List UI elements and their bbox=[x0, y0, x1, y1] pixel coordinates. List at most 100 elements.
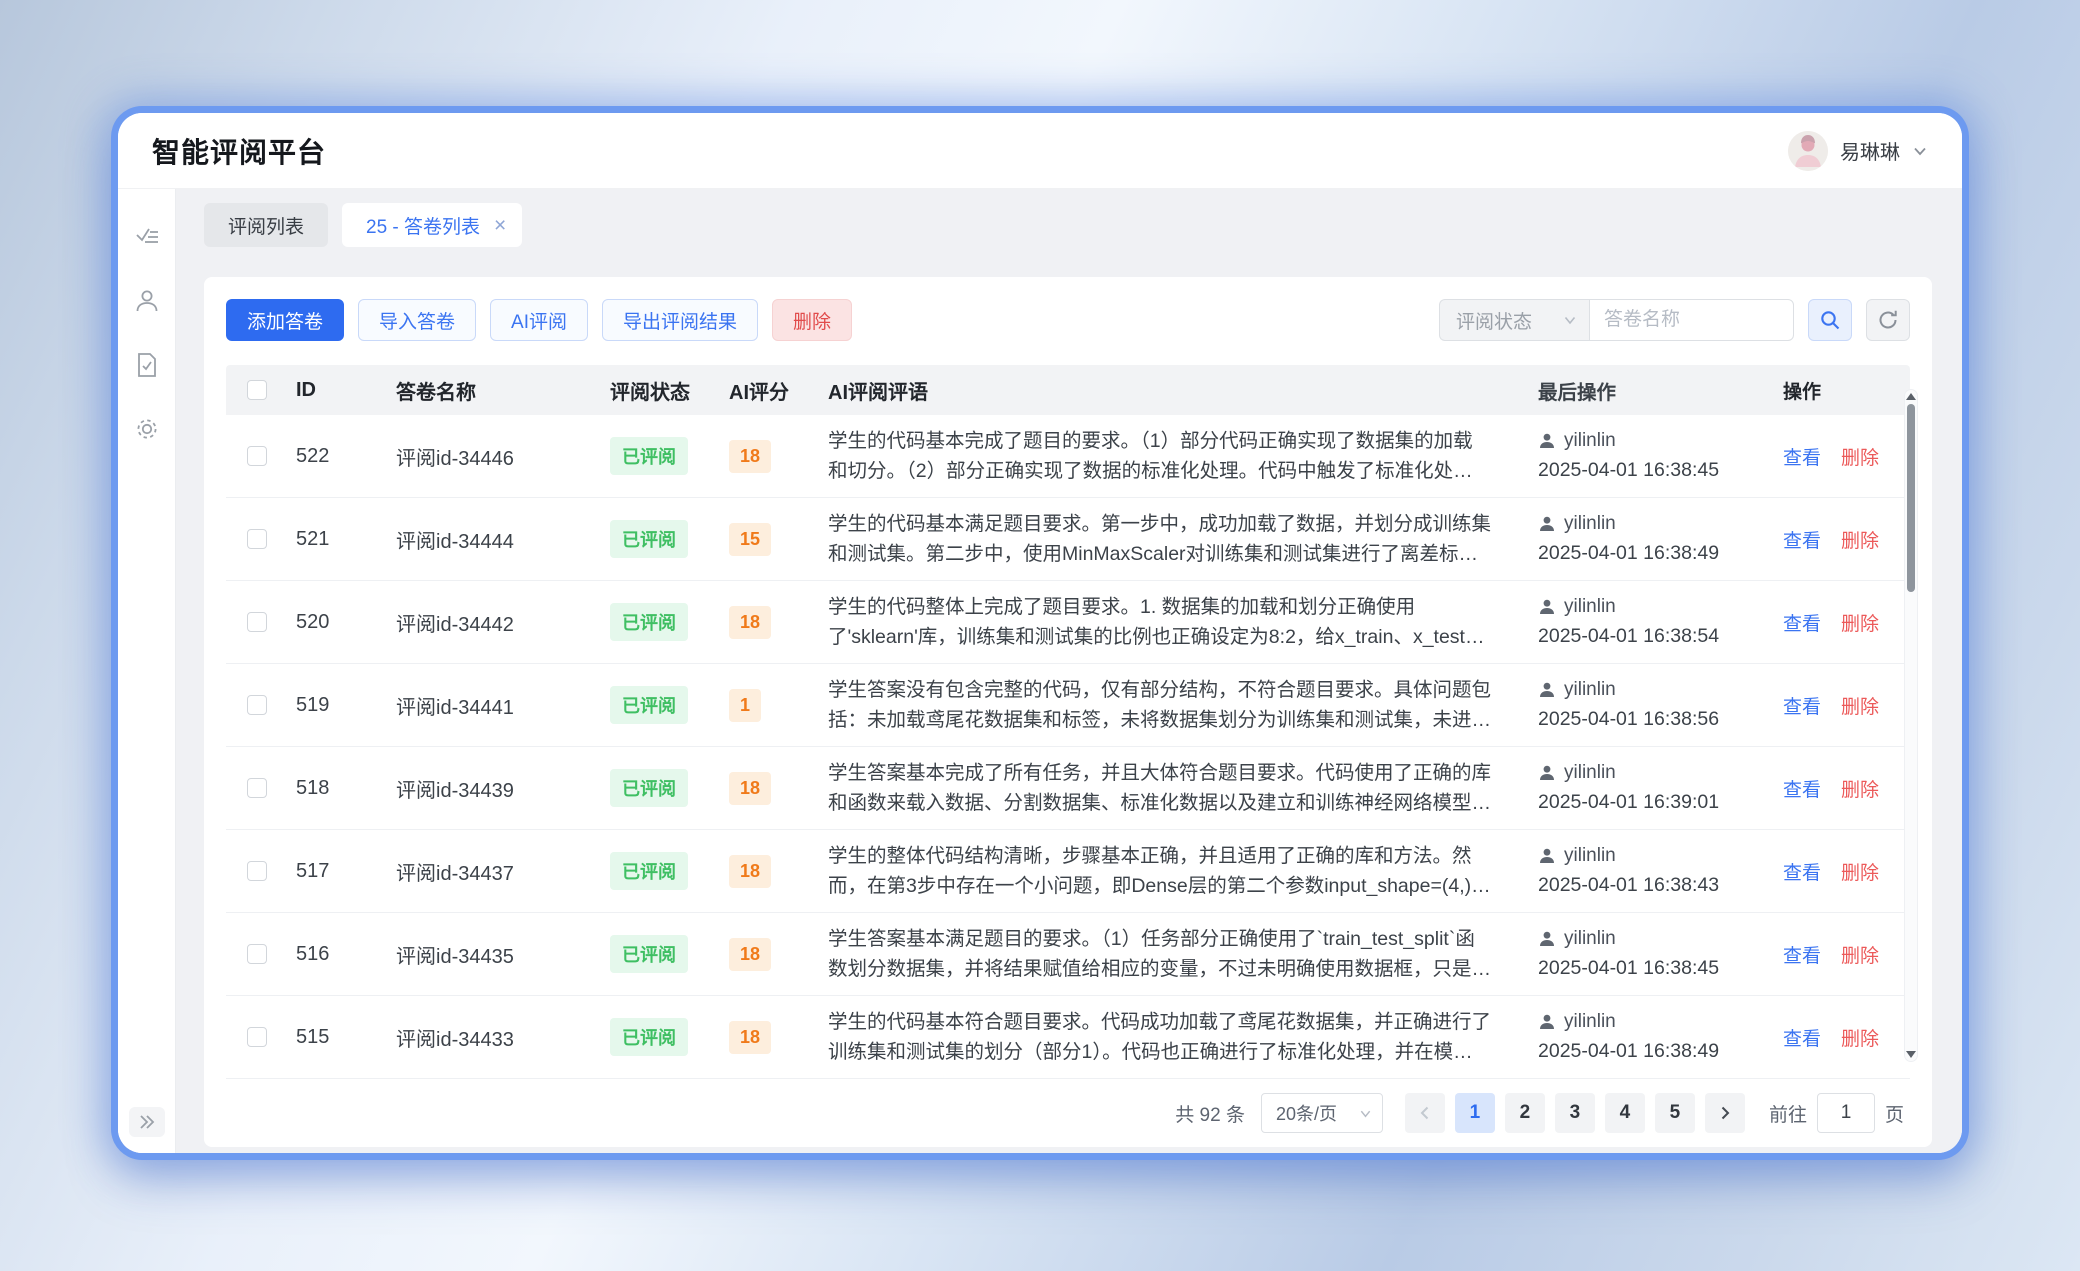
search-button[interactable] bbox=[1808, 299, 1852, 341]
refresh-button[interactable] bbox=[1866, 299, 1910, 341]
person-icon bbox=[1538, 847, 1556, 865]
row-checkbox[interactable] bbox=[247, 944, 267, 964]
header-last-operation: 最后操作 bbox=[1520, 376, 1765, 405]
cell-review-status: 已评阅 bbox=[598, 935, 723, 973]
cell-review-status: 已评阅 bbox=[598, 520, 723, 558]
page-button-5[interactable]: 5 bbox=[1655, 1093, 1695, 1133]
header-answer-name: 答卷名称 bbox=[383, 376, 598, 405]
delete-link[interactable]: 删除 bbox=[1841, 1024, 1879, 1051]
status-filter-select[interactable]: 评阅状态 bbox=[1439, 299, 1589, 341]
status-badge: 已评阅 bbox=[610, 769, 688, 807]
person-icon bbox=[1538, 764, 1556, 782]
scroll-down-arrow-icon[interactable] bbox=[1906, 1051, 1916, 1058]
next-page-button[interactable] bbox=[1705, 1093, 1745, 1133]
tab-bar: 评阅列表 25 - 答卷列表 × bbox=[204, 203, 1932, 247]
app-title: 智能评阅平台 bbox=[152, 131, 326, 171]
pagination: 共 92 条 20条/页 12345 bbox=[226, 1079, 1910, 1147]
double-chevron-right-icon bbox=[137, 1114, 157, 1130]
user-menu[interactable]: 易琳琳 bbox=[1788, 131, 1928, 171]
sidebar-item-documents[interactable] bbox=[133, 351, 161, 379]
delete-link[interactable]: 删除 bbox=[1841, 609, 1879, 636]
operation-time: 2025-04-01 16:38:54 bbox=[1538, 625, 1765, 648]
export-results-button[interactable]: 导出评阅结果 bbox=[602, 299, 758, 341]
tab-label: 25 - 答卷列表 bbox=[366, 212, 480, 239]
sidebar-item-review-list[interactable] bbox=[133, 223, 161, 251]
cell-actions: 查看 删除 bbox=[1765, 1024, 1910, 1051]
scrollbar-thumb[interactable] bbox=[1907, 404, 1915, 592]
view-link[interactable]: 查看 bbox=[1783, 858, 1821, 885]
cell-ai-comment: 学生的代码基本满足题目要求。第一步中，成功加载了数据，并划分成训练集和测试集。第… bbox=[828, 509, 1520, 569]
delete-link[interactable]: 删除 bbox=[1841, 858, 1879, 885]
view-link[interactable]: 查看 bbox=[1783, 775, 1821, 802]
cell-id: 521 bbox=[288, 528, 383, 551]
scroll-up-arrow-icon[interactable] bbox=[1906, 393, 1916, 400]
cell-last-operation: yilinlin 2025-04-01 16:38:54 bbox=[1520, 596, 1765, 648]
person-icon bbox=[1538, 598, 1556, 616]
row-checkbox[interactable] bbox=[247, 778, 267, 798]
delete-link[interactable]: 删除 bbox=[1841, 526, 1879, 553]
delete-link[interactable]: 删除 bbox=[1841, 692, 1879, 719]
status-badge: 已评阅 bbox=[610, 603, 688, 641]
cell-ai-score: 18 bbox=[723, 938, 828, 971]
delete-link[interactable]: 删除 bbox=[1841, 443, 1879, 470]
total-count-label: 共 92 条 bbox=[1175, 1100, 1245, 1127]
tab-answer-list[interactable]: 25 - 答卷列表 × bbox=[342, 203, 522, 247]
settings-gear-icon bbox=[133, 415, 161, 443]
row-checkbox[interactable] bbox=[247, 612, 267, 632]
chevron-down-icon bbox=[1563, 313, 1577, 327]
page-size-select[interactable]: 20条/页 bbox=[1261, 1093, 1383, 1133]
sidebar-item-users[interactable] bbox=[133, 287, 161, 315]
delete-link[interactable]: 删除 bbox=[1841, 941, 1879, 968]
cell-id: 520 bbox=[288, 611, 383, 634]
close-icon[interactable]: × bbox=[494, 215, 506, 236]
sidebar-item-settings[interactable] bbox=[133, 415, 161, 443]
select-all-checkbox[interactable] bbox=[247, 380, 267, 400]
view-link[interactable]: 查看 bbox=[1783, 443, 1821, 470]
status-badge: 已评阅 bbox=[610, 852, 688, 890]
chevron-right-icon bbox=[1718, 1105, 1732, 1121]
header-ai-comment: AI评阅评语 bbox=[828, 376, 1520, 405]
add-answer-button[interactable]: 添加答卷 bbox=[226, 299, 344, 341]
cell-last-operation: yilinlin 2025-04-01 16:38:49 bbox=[1520, 1011, 1765, 1063]
page-button-1[interactable]: 1 bbox=[1455, 1093, 1495, 1133]
sidebar-collapse-button[interactable] bbox=[129, 1107, 165, 1137]
operation-time: 2025-04-01 16:38:49 bbox=[1538, 542, 1765, 565]
view-link[interactable]: 查看 bbox=[1783, 941, 1821, 968]
cell-id: 518 bbox=[288, 777, 383, 800]
cell-ai-score: 18 bbox=[723, 440, 828, 473]
view-link[interactable]: 查看 bbox=[1783, 526, 1821, 553]
operator-name: yilinlin bbox=[1564, 679, 1616, 701]
row-checkbox[interactable] bbox=[247, 446, 267, 466]
page-button-3[interactable]: 3 bbox=[1555, 1093, 1595, 1133]
tab-review-list[interactable]: 评阅列表 bbox=[204, 203, 328, 247]
status-filter-placeholder: 评阅状态 bbox=[1456, 307, 1532, 334]
cell-ai-comment: 学生答案基本满足题目的要求。（1）任务部分正确使用了`train_test_sp… bbox=[828, 924, 1520, 984]
cell-actions: 查看 删除 bbox=[1765, 775, 1910, 802]
page-button-4[interactable]: 4 bbox=[1605, 1093, 1645, 1133]
cell-review-status: 已评阅 bbox=[598, 1018, 723, 1056]
chevron-down-icon bbox=[1359, 1107, 1372, 1120]
delete-link[interactable]: 删除 bbox=[1841, 775, 1879, 802]
row-checkbox[interactable] bbox=[247, 861, 267, 881]
view-link[interactable]: 查看 bbox=[1783, 1024, 1821, 1051]
app-header: 智能评阅平台 易琳琳 bbox=[118, 113, 1962, 189]
search-input[interactable] bbox=[1589, 299, 1794, 341]
view-link[interactable]: 查看 bbox=[1783, 692, 1821, 719]
ai-review-button[interactable]: AI评阅 bbox=[490, 299, 588, 341]
cell-actions: 查看 删除 bbox=[1765, 858, 1910, 885]
row-checkbox[interactable] bbox=[247, 695, 267, 715]
row-checkbox[interactable] bbox=[247, 529, 267, 549]
prev-page-button[interactable] bbox=[1405, 1093, 1445, 1133]
view-link[interactable]: 查看 bbox=[1783, 609, 1821, 636]
page-size-value: 20条/页 bbox=[1276, 1100, 1337, 1126]
page-button-2[interactable]: 2 bbox=[1505, 1093, 1545, 1133]
table-header-row: ID 答卷名称 评阅状态 AI评分 AI评阅评语 最后操作 操作 bbox=[226, 365, 1910, 415]
goto-page-input[interactable] bbox=[1817, 1093, 1875, 1133]
delete-button[interactable]: 删除 bbox=[772, 299, 852, 341]
row-checkbox[interactable] bbox=[247, 1027, 267, 1047]
goto-prefix-label: 前往 bbox=[1769, 1100, 1807, 1127]
score-badge: 18 bbox=[729, 938, 771, 971]
import-answer-button[interactable]: 导入答卷 bbox=[358, 299, 476, 341]
operation-time: 2025-04-01 16:38:49 bbox=[1538, 1040, 1765, 1063]
page-buttons: 12345 bbox=[1455, 1093, 1695, 1133]
